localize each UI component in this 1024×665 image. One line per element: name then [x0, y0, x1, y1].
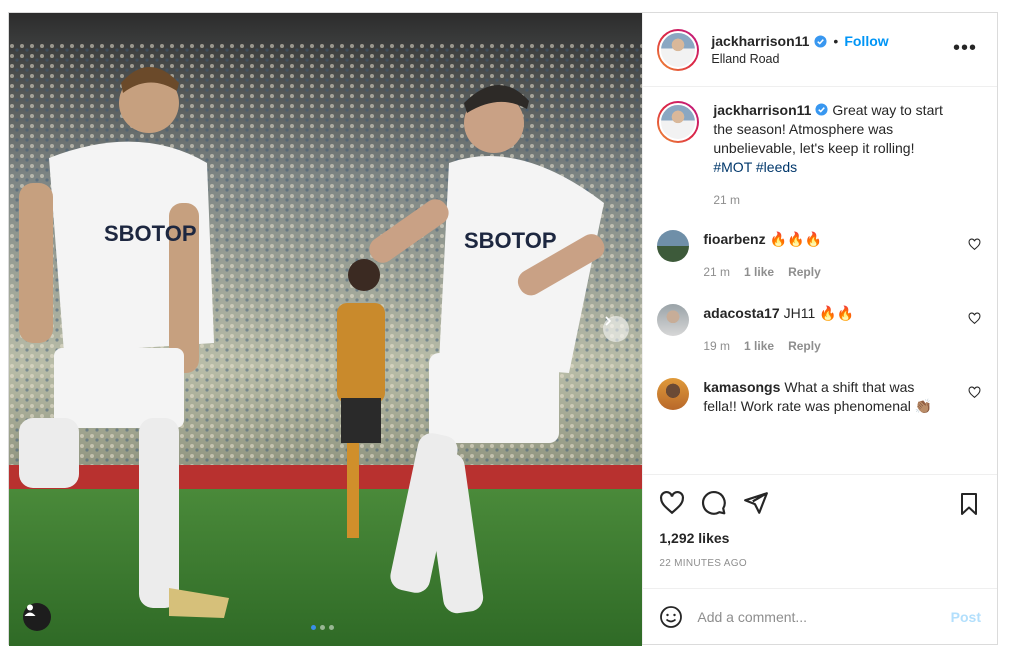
comment-avatar[interactable] — [657, 378, 690, 410]
author-username[interactable]: jackharrison11 — [711, 33, 809, 49]
more-options-button[interactable]: ••• — [953, 38, 977, 58]
post-sidebar: jackharrison11 • Follow Elland Road ••• — [642, 13, 997, 644]
next-photo-button[interactable] — [603, 316, 629, 342]
heart-icon — [660, 490, 685, 514]
shirt-sponsor-right: SBOTOP — [464, 228, 557, 253]
comment-text: 🔥🔥🔥 — [769, 231, 822, 247]
post-header: jackharrison11 • Follow Elland Road ••• — [643, 13, 997, 87]
author-avatar[interactable] — [657, 28, 700, 71]
comment-likes[interactable]: 1 like — [744, 337, 774, 356]
carousel-dots — [311, 625, 334, 630]
post-photo[interactable]: SBOTOP SBOTOP — [9, 13, 643, 646]
comment-icon — [702, 490, 727, 515]
comment-time: 21 m — [703, 265, 731, 279]
heart-icon[interactable] — [968, 238, 981, 251]
comment-text: JH11 🔥🔥 — [783, 305, 855, 321]
like-button[interactable] — [659, 490, 685, 516]
caption-username[interactable]: jackharrison11 — [713, 102, 811, 118]
reply-button[interactable]: Reply — [788, 337, 821, 356]
emoji-button[interactable] — [659, 605, 683, 629]
user-icon — [24, 604, 36, 616]
comment-likes[interactable]: 1 like — [744, 263, 774, 282]
comment-username[interactable]: fioarbenz — [703, 231, 765, 247]
likes-count[interactable]: 1,292 likes — [643, 530, 997, 552]
carousel-dot-active — [311, 625, 316, 630]
comment-item: adacosta17 JH11 🔥🔥 19 m 1 like Reply — [657, 304, 981, 356]
comment-username[interactable]: kamasongs — [703, 379, 780, 395]
photo-scene: SBOTOP SBOTOP — [9, 13, 643, 646]
comment-avatar[interactable] — [657, 230, 690, 262]
save-button[interactable] — [957, 491, 981, 522]
emoji-icon — [660, 605, 683, 628]
tagged-users-button[interactable] — [23, 603, 51, 631]
post-comment-button[interactable]: Post — [951, 609, 981, 625]
shirt-sponsor-left: SBOTOP — [104, 221, 197, 246]
share-icon — [744, 491, 769, 514]
verified-badge-icon — [814, 34, 827, 48]
comments-list: jackharrison11 Great way to start the sea… — [643, 87, 997, 474]
reply-button[interactable]: Reply — [788, 263, 821, 282]
verified-badge-icon — [815, 103, 828, 116]
comment-avatar[interactable] — [657, 304, 690, 336]
caption-hashtags[interactable]: #MOT #leeds — [713, 159, 797, 175]
carousel-dot — [320, 625, 325, 630]
heart-icon[interactable] — [968, 386, 981, 399]
caption-time: 21 m — [713, 193, 741, 207]
post-actions — [643, 474, 997, 530]
bookmark-icon — [961, 493, 977, 515]
add-comment-bar: Add a comment... Post — [643, 588, 997, 644]
comment-item: kamasongs What a shift that was fella!! W… — [657, 378, 981, 416]
separator: • — [833, 33, 839, 49]
heart-icon[interactable] — [968, 312, 981, 325]
share-button[interactable] — [743, 490, 769, 516]
post-caption: jackharrison11 Great way to start the sea… — [657, 101, 981, 210]
comment-username[interactable]: adacosta17 — [703, 305, 779, 321]
comment-time: 19 m — [703, 339, 731, 353]
follow-button[interactable]: Follow — [844, 33, 888, 49]
comment-item: fioarbenz 🔥🔥🔥 21 m 1 like Reply — [657, 230, 981, 282]
post-timestamp: 22 MINUTES AGO — [659, 558, 747, 569]
post-location[interactable]: Elland Road — [711, 52, 888, 66]
chevron-right-icon — [605, 316, 612, 326]
comment-input[interactable]: Add a comment... — [697, 609, 950, 625]
carousel-dot — [329, 625, 334, 630]
comment-button[interactable] — [701, 490, 727, 516]
caption-avatar[interactable] — [657, 101, 700, 143]
post-dialog: SBOTOP SBOTOP jackharrison11 • Follow El… — [8, 12, 998, 646]
